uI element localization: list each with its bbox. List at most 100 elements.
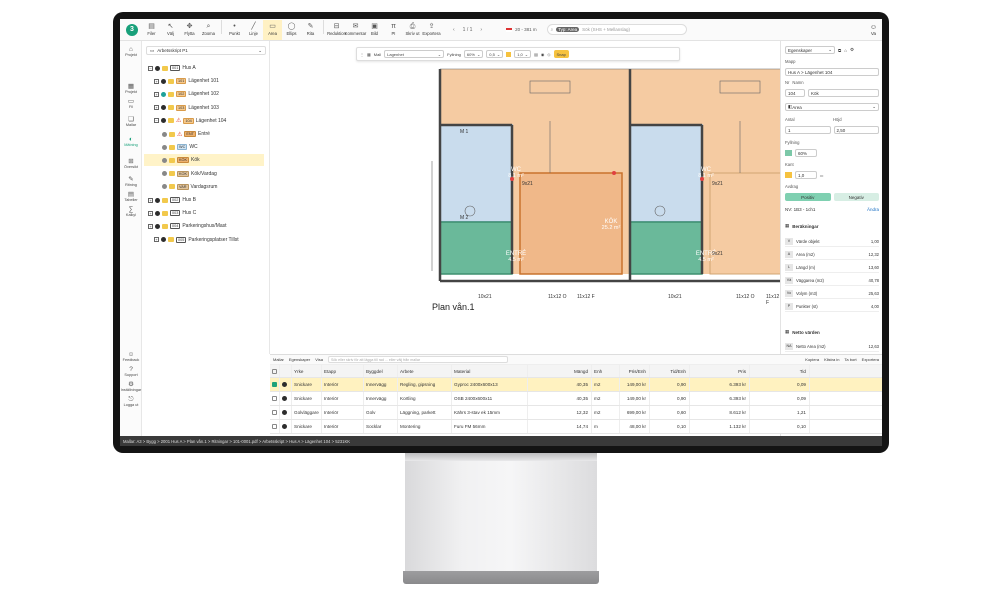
rail-item-11[interactable]: ⚙ Inställningar: [120, 381, 142, 392]
row-status-cell[interactable]: [280, 420, 292, 433]
table-cell[interactable]: 6.393 kr: [690, 378, 750, 391]
table-cell[interactable]: Golvläggare: [292, 406, 322, 419]
tree-item[interactable]: ⚠ ENT Entré: [144, 128, 264, 140]
table-row[interactable]: Snickare Interiör Socklar Montering Furu FM …: [270, 420, 882, 434]
positive-button[interactable]: Positiv: [785, 193, 831, 201]
table-cell[interactable]: Interiör: [322, 420, 364, 433]
table-cell[interactable]: 14,74: [528, 420, 592, 433]
table-cell[interactable]: 40,35: [528, 392, 592, 405]
rail-item-3[interactable]: ❏ Mallar: [120, 116, 142, 127]
number-input[interactable]: 104: [785, 89, 805, 97]
table-cell[interactable]: 48,00 kr: [620, 420, 650, 433]
search-filter-chip[interactable]: Typ: Area: [556, 27, 580, 32]
toolbar-btn-kommentar[interactable]: ✉ Kommentar: [345, 20, 367, 40]
table-cell[interactable]: 0,10: [750, 420, 810, 433]
color-swatch-icon[interactable]: [506, 51, 512, 57]
grid-search-input[interactable]: Sök eller skriv för att lägga till rad .…: [327, 356, 508, 363]
prev-page-icon[interactable]: ‹: [453, 27, 455, 33]
table-cell[interactable]: Innervägg: [364, 378, 398, 391]
table-cell[interactable]: 0,60: [650, 406, 690, 419]
height-input[interactable]: 2,50: [833, 126, 879, 134]
table-cell[interactable]: m2: [592, 392, 620, 405]
column-header[interactable]: [270, 365, 280, 377]
visibility-dot[interactable]: [155, 197, 160, 203]
table-cell[interactable]: Regling, gipsning: [398, 378, 452, 391]
column-header[interactable]: Byggdel: [364, 365, 398, 377]
grid-btn-copy[interactable]: Kopiera: [805, 357, 819, 362]
visibility-dot[interactable]: [162, 157, 167, 163]
toolbar-btn-välj[interactable]: ↖ Välj: [161, 20, 180, 40]
row-checkbox-cell[interactable]: [270, 420, 280, 433]
row-checkbox[interactable]: [272, 395, 277, 401]
table-cell[interactable]: 699,00 kr: [620, 406, 650, 419]
row-checkbox[interactable]: [272, 409, 277, 415]
fill-swatch-icon[interactable]: [785, 150, 792, 156]
calc-row[interactable]: Vä Väggarea (m2) 40,78: [785, 275, 879, 286]
grid-btn-delete[interactable]: Ta bort: [844, 357, 856, 362]
toolbar-btn-pi[interactable]: π PI: [384, 20, 403, 40]
tree-item[interactable]: +002 Hus B: [144, 194, 264, 206]
visibility-dot[interactable]: [155, 223, 160, 229]
width-select[interactable]: 1,0 ⌄: [514, 50, 532, 58]
toolbar-btn-area[interactable]: ▭ Area: [263, 19, 282, 40]
table-row[interactable]: Golvläggare Interiör Golv Läggning, parkett…: [270, 406, 882, 420]
table-cell[interactable]: 0,90: [650, 378, 690, 391]
table-cell[interactable]: Läggning, parkett: [398, 406, 452, 419]
fill-select[interactable]: 60% ⌄: [463, 50, 484, 58]
expand-toggle-icon[interactable]: +: [154, 105, 159, 111]
expand-toggle-icon[interactable]: +: [154, 91, 159, 97]
visibility-dot[interactable]: [155, 210, 160, 216]
template-select[interactable]: Lagenhet ⌄: [384, 50, 445, 58]
table-cell[interactable]: 149,00 kr: [620, 392, 650, 405]
table-cell[interactable]: Snickare: [292, 420, 322, 433]
rail-item-9[interactable]: ☺ Feedback: [120, 351, 142, 362]
grid-btn-properties[interactable]: Egenskaper: [289, 357, 310, 362]
row-checkbox[interactable]: [272, 381, 277, 387]
row-checkbox-cell[interactable]: [270, 392, 280, 405]
column-header[interactable]: [280, 365, 292, 377]
table-cell[interactable]: Interiör: [322, 392, 364, 405]
settings-icon[interactable]: ⚙: [850, 47, 854, 53]
column-header[interactable]: Tid/Enh: [650, 365, 690, 377]
column-header[interactable]: Tid: [750, 365, 810, 377]
visibility-dot[interactable]: [161, 105, 166, 111]
grid-btn-templates[interactable]: Mallar: [273, 357, 284, 362]
calc-row[interactable]: A Area (m2) 12,32: [785, 249, 879, 260]
expand-toggle-icon[interactable]: +: [154, 237, 159, 243]
app-logo[interactable]: 3: [126, 23, 138, 36]
table-cell[interactable]: Golv: [364, 406, 398, 419]
table-cell[interactable]: 0,10: [650, 420, 690, 433]
table-cell[interactable]: 149,00 kr: [620, 378, 650, 391]
tree-item[interactable]: − ⚠ 104 Lägenhet 104: [144, 115, 264, 127]
select-all-checkbox[interactable]: [272, 368, 277, 374]
expand-toggle-icon[interactable]: +: [148, 223, 153, 229]
calc-row[interactable]: Vo Volym (m3) 25,63: [785, 288, 879, 299]
table-cell[interactable]: Gyproc 2400x600x13: [452, 378, 528, 391]
expand-toggle-icon[interactable]: +: [148, 197, 153, 203]
props-view-select[interactable]: Egenskaper ⌄: [785, 46, 835, 54]
row-status-cell[interactable]: [280, 378, 292, 391]
table-row[interactable]: Snickare Interiör Innervägg Kortling OSB 240…: [270, 392, 882, 406]
user-menu[interactable]: ☺ Va: [870, 24, 877, 36]
tree-item[interactable]: KÖK Kök: [144, 154, 264, 167]
table-cell[interactable]: m: [592, 420, 620, 433]
rail-item-6[interactable]: ✎ Ritning: [120, 176, 142, 187]
grid-btn-view[interactable]: Visa: [315, 357, 323, 362]
script-select[interactable]: ▭ Arbetsskript P1 ⌄: [146, 46, 266, 55]
table-cell[interactable]: Snickare: [292, 378, 322, 391]
fill-select[interactable]: 60%: [795, 149, 817, 157]
toolbar-btn-ellips[interactable]: ◯ Ellips: [282, 20, 301, 40]
column-header[interactable]: Pris: [690, 365, 750, 377]
visibility-dot[interactable]: [161, 91, 166, 97]
table-cell[interactable]: Montering: [398, 420, 452, 433]
calc-row[interactable]: P Punkter (st) 4,00: [785, 301, 879, 312]
table-cell[interactable]: 12,32: [528, 406, 592, 419]
tree-item[interactable]: +103 Lägenhet 103: [144, 102, 264, 114]
row-status-cell[interactable]: [280, 392, 292, 405]
tree-item[interactable]: +101 Lägenhet 101: [144, 75, 264, 87]
tree-item[interactable]: +004 Parkeringshus/Mast: [144, 220, 264, 232]
drag-handle-icon[interactable]: ⋮: [360, 52, 364, 57]
table-cell[interactable]: Socklar: [364, 420, 398, 433]
column-header[interactable]: Material: [452, 365, 528, 377]
calc-row[interactable]: V Värde objekt 1,00: [785, 236, 879, 247]
